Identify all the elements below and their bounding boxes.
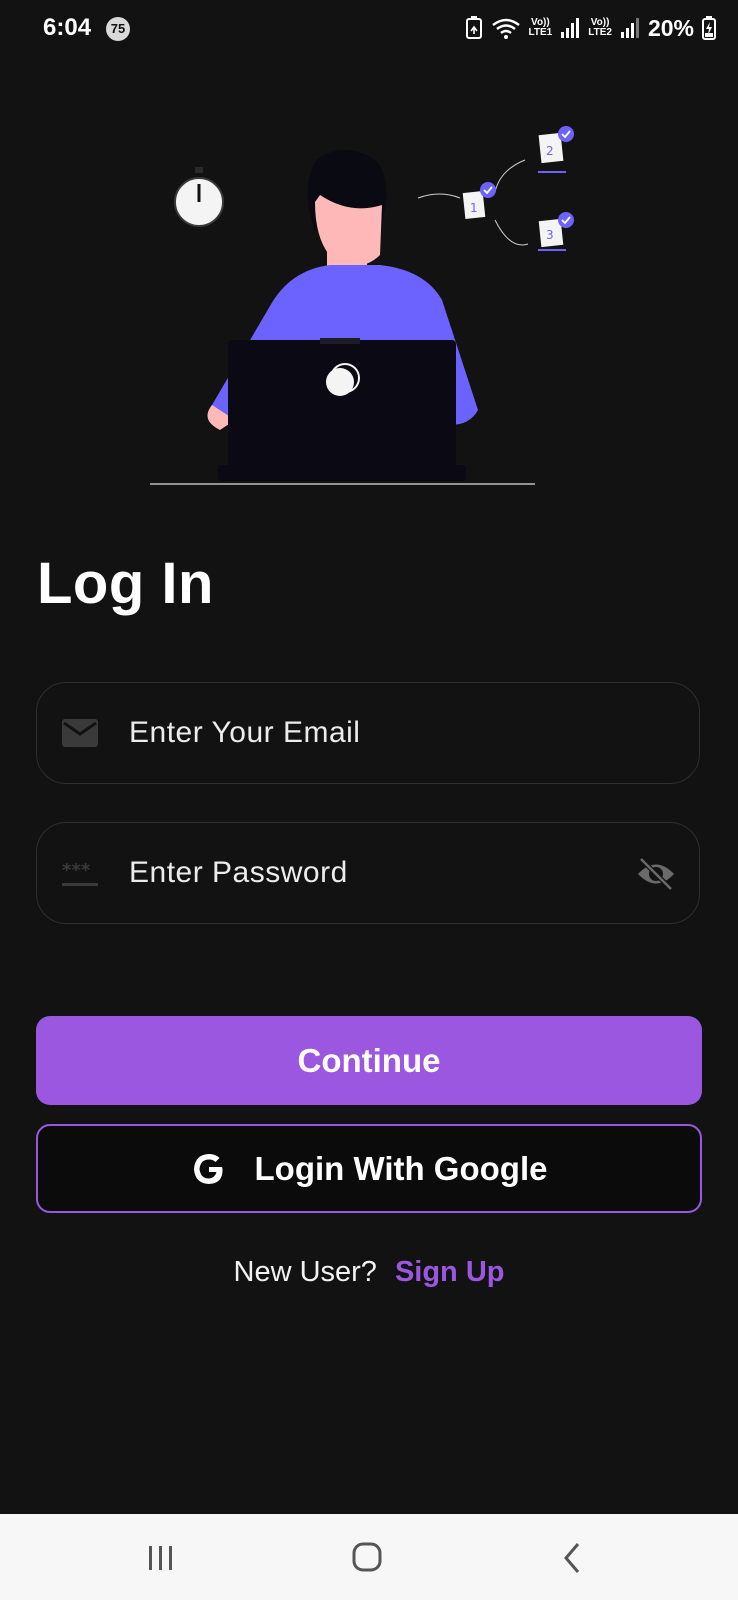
login-with-google-button[interactable]: Login With Google <box>36 1124 702 1213</box>
stopwatch-icon <box>174 167 224 227</box>
password-field[interactable]: *** <box>36 822 700 924</box>
signup-prompt: New User? Sign Up <box>0 1256 738 1289</box>
signal-strength-icon-2 <box>620 18 639 38</box>
email-input[interactable] <box>129 683 649 783</box>
battery-percent: 20% <box>647 14 694 41</box>
wifi-icon <box>491 18 520 39</box>
eye-off-icon[interactable] <box>635 855 677 893</box>
back-icon[interactable] <box>548 1538 598 1578</box>
login-illustration: 1 2 3 <box>150 126 574 485</box>
svg-text:1: 1 <box>470 201 478 215</box>
google-g-icon <box>193 1153 223 1184</box>
mail-icon <box>62 719 98 747</box>
step-card-1: 1 <box>462 182 496 219</box>
sim1-lte-indicator: Vo)) LTE1 <box>528 17 553 38</box>
svg-text:3: 3 <box>546 228 554 242</box>
signal-strength-icon-1 <box>561 18 580 38</box>
continue-button[interactable]: Continue <box>36 1016 702 1105</box>
password-input[interactable] <box>129 823 649 923</box>
battery-charging-icon <box>702 16 716 40</box>
svg-text:2: 2 <box>546 144 554 158</box>
password-dots-icon: *** <box>62 860 98 886</box>
status-time: 6:04 <box>43 14 92 41</box>
battery-saver-icon <box>465 16 482 39</box>
svg-text:***: *** <box>62 860 91 881</box>
new-user-text: New User? <box>233 1256 377 1288</box>
sim2-lte-indicator: Vo)) LTE2 <box>588 17 612 38</box>
step-card-3: 3 <box>538 212 574 251</box>
laptop <box>218 338 466 481</box>
recent-apps-icon[interactable] <box>136 1538 186 1578</box>
status-icons: Vo)) LTE1 Vo)) LTE2 20% <box>465 12 716 44</box>
step-card-2: 2 <box>538 126 574 173</box>
page-title: Log In <box>37 551 214 616</box>
system-nav-bar <box>0 1514 738 1600</box>
notification-count-badge: 75 <box>106 17 130 41</box>
google-button-label: Login With Google <box>254 1149 548 1187</box>
email-field[interactable] <box>36 682 700 784</box>
home-icon[interactable] <box>342 1538 392 1578</box>
sign-up-link[interactable]: Sign Up <box>395 1256 505 1288</box>
status-bar: 6:04 75 Vo)) LTE1 Vo)) LTE2 20% <box>0 0 738 56</box>
